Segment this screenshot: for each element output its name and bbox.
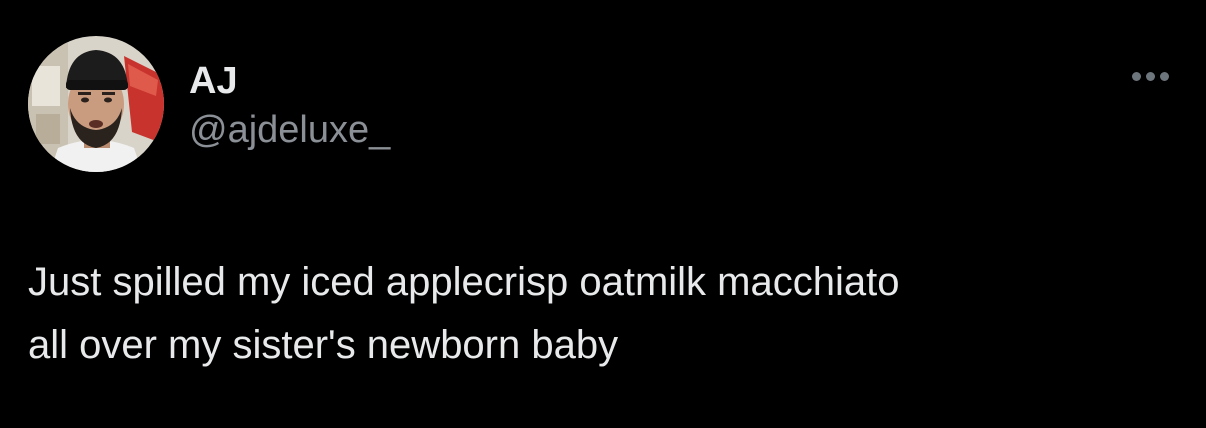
tweet-text: Just spilled my iced applecrisp oatmilk … [28,260,900,367]
more-options-button[interactable] [1124,62,1176,90]
avatar-photo-icon [28,36,164,172]
tweet-card: AJ @ajdeluxe_ Just spilled my iced apple… [0,0,1206,428]
author-handle[interactable]: @ajdeluxe_ [189,108,390,152]
author-display-name[interactable]: AJ [189,59,238,103]
user-avatar[interactable] [28,36,164,172]
ellipsis-icon [1131,71,1169,81]
